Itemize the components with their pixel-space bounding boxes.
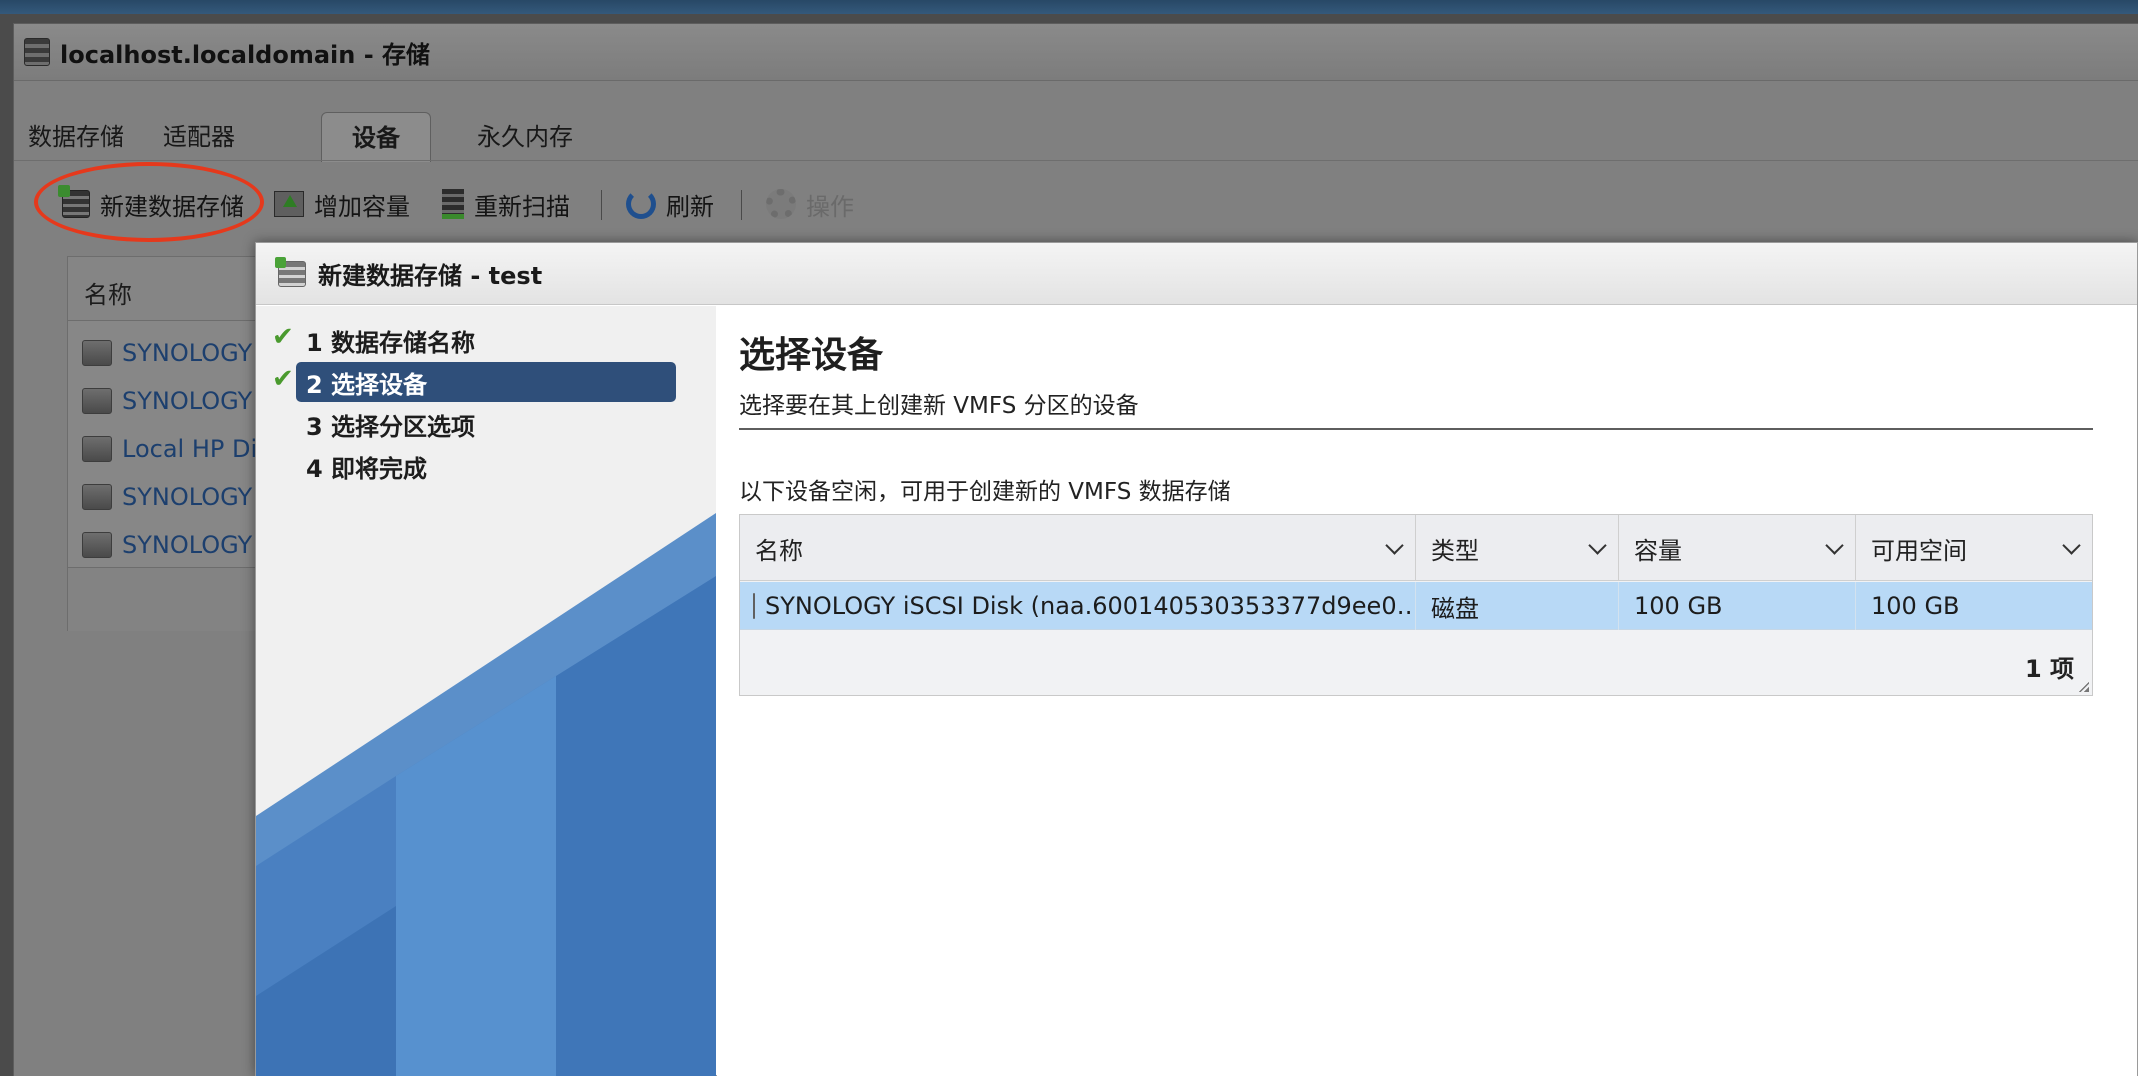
toolbar-separator	[601, 190, 602, 220]
gear-icon	[766, 189, 796, 219]
column-header-free-space[interactable]: 可用空间	[1856, 515, 2092, 581]
table-row[interactable]: SYNOLOGY iSCSI Disk (naa.600140530353377…	[740, 582, 2092, 630]
step-partition-options[interactable]: 3 选择分区选项	[296, 404, 676, 444]
window-titlebar: localhost.localdomain - 存储	[14, 24, 2138, 81]
device-name: SYNOLOGY i	[122, 339, 267, 367]
device-type-cell: 磁盘	[1416, 582, 1619, 630]
table-row[interactable]: SYNOLOGY i	[82, 525, 267, 565]
actions-button[interactable]: 操作	[766, 184, 854, 224]
column-header-type[interactable]: 类型	[1416, 515, 1619, 581]
column-header-name[interactable]: 名称	[740, 515, 1416, 581]
actions-label: 操作	[806, 192, 854, 221]
table-row[interactable]: Local HP Disk	[82, 429, 284, 469]
disk-icon	[82, 388, 112, 414]
wizard-steps-panel: ✔ 1 数据存储名称 ✔ 2 选择设备 3 选择分区选项 4 即将完成	[256, 306, 716, 1076]
new-datastore-dialog: 新建数据存储 - test ✔ 1 数据存储名称 ✔ 2 选择设备 3 选择分区…	[255, 242, 2138, 1076]
tab-persistent-memory[interactable]: 永久内存	[455, 112, 595, 162]
device-name: SYNOLOGY i	[122, 387, 267, 415]
toolbar: 新建数据存储 增加容量 重新扫描 刷新 操作	[14, 174, 2138, 234]
tab-devices[interactable]: 设备	[321, 112, 431, 162]
chevron-down-icon[interactable]	[2062, 536, 2081, 555]
table-row[interactable]: SYNOLOGY i	[82, 381, 267, 421]
rescan-label: 重新扫描	[474, 192, 570, 221]
device-name: SYNOLOGY iSCSI Disk (naa.600140530353377…	[765, 592, 1416, 620]
increase-capacity-icon	[274, 191, 304, 217]
device-free-space-cell: 100 GB	[1871, 592, 1960, 620]
window-title: localhost.localdomain - 存储	[60, 40, 431, 69]
wizard-main-panel: 选择设备 选择要在其上创建新 VMFS 分区的设备 以下设备空闲，可用于创建新的…	[717, 306, 2137, 1076]
toolbar-separator	[741, 190, 742, 220]
chevron-down-icon[interactable]	[1385, 536, 1404, 555]
dialog-title: 新建数据存储 - test	[318, 262, 543, 290]
page-subtitle: 选择要在其上创建新 VMFS 分区的设备	[739, 393, 1139, 419]
refresh-button[interactable]: 刷新	[626, 184, 714, 224]
annotation-oval	[34, 162, 264, 242]
table-description: 以下设备空闲，可用于创建新的 VMFS 数据存储	[739, 479, 1231, 505]
column-header-capacity[interactable]: 容量	[1619, 515, 1856, 581]
column-header-label: 可用空间	[1871, 536, 1967, 565]
table-row[interactable]: SYNOLOGY i	[82, 477, 267, 517]
divider	[739, 428, 2093, 430]
device-capacity-cell: 100 GB	[1619, 582, 1856, 630]
desktop-top-strip	[0, 0, 2138, 14]
device-name: SYNOLOGY i	[122, 531, 267, 559]
column-header-label: 容量	[1634, 536, 1682, 565]
disk-icon	[82, 532, 112, 558]
server-icon	[24, 38, 50, 66]
rescan-icon	[442, 189, 464, 219]
column-header-label: 名称	[755, 536, 803, 565]
tab-bar: 数据存储 适配器 设备 永久内存	[14, 82, 2138, 162]
step-2-check-icon: ✔	[272, 364, 294, 394]
table-row[interactable]: SYNOLOGY i	[82, 333, 267, 373]
resize-grip-icon[interactable]	[2079, 682, 2089, 692]
increase-capacity-label: 增加容量	[314, 192, 410, 221]
step-1-check-icon: ✔	[272, 322, 294, 352]
device-name: SYNOLOGY i	[122, 483, 267, 511]
disk-icon	[82, 340, 112, 366]
disk-icon	[82, 436, 112, 462]
increase-capacity-button[interactable]: 增加容量	[274, 184, 410, 224]
refresh-icon	[626, 189, 656, 219]
datastore-icon	[275, 256, 306, 287]
item-count: 1 项	[2024, 655, 2074, 683]
page-title: 选择设备	[739, 335, 884, 376]
device-selection-table: 名称 类型 容量 可用空间 SYNOLOGY iSCSI Disk (naa.6…	[739, 514, 2093, 696]
chevron-down-icon[interactable]	[1588, 536, 1607, 555]
device-table-header: 名称 类型 容量 可用空间	[740, 515, 2092, 581]
rescan-button[interactable]: 重新扫描	[442, 184, 570, 224]
tab-datastores[interactable]: 数据存储	[20, 112, 132, 162]
step-ready-to-complete[interactable]: 4 即将完成	[296, 446, 676, 486]
tab-divider	[14, 160, 2138, 161]
tab-adapters[interactable]: 适配器	[144, 112, 254, 162]
refresh-label: 刷新	[666, 192, 714, 221]
disk-icon	[82, 484, 112, 510]
step-datastore-name[interactable]: 1 数据存储名称	[296, 320, 676, 360]
dialog-titlebar: 新建数据存储 - test	[256, 243, 2137, 305]
column-header-name[interactable]: 名称	[84, 275, 132, 310]
device-name-cell: SYNOLOGY iSCSI Disk (naa.600140530353377…	[740, 582, 1416, 630]
chevron-down-icon[interactable]	[1825, 536, 1844, 555]
step-select-device[interactable]: 2 选择设备	[296, 362, 676, 402]
disk-icon	[753, 593, 755, 619]
column-header-label: 类型	[1431, 536, 1479, 565]
